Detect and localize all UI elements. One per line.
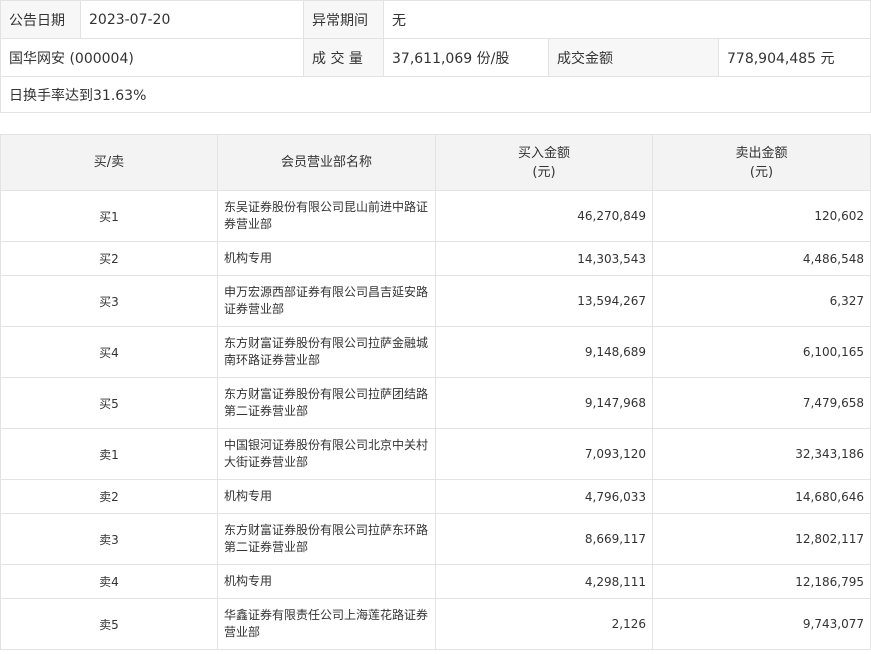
info-row-date: 公告日期 2023-07-20 异常期间 无: [0, 0, 871, 39]
row-buy-amount: 7,093,120: [435, 428, 653, 480]
row-dept: 东方财富证券股份有限公司拉萨金融城南环路证券营业部: [217, 326, 436, 378]
row-buy-amount: 9,147,968: [435, 377, 653, 429]
table-row: 卖5 华鑫证券有限责任公司上海莲花路证券营业部 2,126 9,743,077: [0, 598, 871, 650]
row-dept: 机构专用: [217, 564, 436, 599]
listing-reason: 日换手率达到31.63%: [0, 76, 871, 113]
row-side: 卖5: [0, 598, 218, 650]
table-row: 卖3 东方财富证券股份有限公司拉萨东环路第二证券营业部 8,669,117 12…: [0, 513, 871, 565]
row-sell-amount: 12,186,795: [652, 564, 871, 599]
table-row: 卖1 中国银河证券股份有限公司北京中关村大街证券营业部 7,093,120 32…: [0, 428, 871, 480]
row-dept: 东方财富证券股份有限公司拉萨东环路第二证券营业部: [217, 513, 436, 565]
row-sell-amount: 12,802,117: [652, 513, 871, 565]
volume-label: 成 交 量: [303, 38, 384, 77]
row-dept: 东吴证券股份有限公司昆山前进中路证券营业部: [217, 190, 436, 242]
row-dept: 申万宏源西部证券有限公司昌吉延安路证券营业部: [217, 275, 436, 327]
trading-seats-table: 买/卖 会员营业部名称 买入金额 (元) 卖出金额 (元) 买1 东吴证券股份有限公…: [0, 134, 871, 650]
row-buy-amount: 4,298,111: [435, 564, 653, 599]
abnormal-period-label: 异常期间: [303, 0, 384, 39]
amount-value: 778,904,485 元: [717, 38, 871, 77]
row-dept: 东方财富证券股份有限公司拉萨团结路第二证券营业部: [217, 377, 436, 429]
row-buy-amount: 2,126: [435, 598, 653, 650]
row-sell-amount: 6,327: [652, 275, 871, 327]
row-side: 卖1: [0, 428, 218, 480]
row-side: 卖4: [0, 564, 218, 599]
row-side: 卖3: [0, 513, 218, 565]
info-row-reason: 日换手率达到31.63%: [0, 76, 871, 113]
row-side: 买2: [0, 241, 218, 276]
row-sell-amount: 7,479,658: [652, 377, 871, 429]
announce-date-label: 公告日期: [0, 0, 81, 39]
table-row: 买4 东方财富证券股份有限公司拉萨金融城南环路证券营业部 9,148,689 6…: [0, 326, 871, 378]
info-row-volume: 国华网安 (000004) 成 交 量 37,611,069 份/股 成交金额 …: [0, 38, 871, 77]
table-header-row: 买/卖 会员营业部名称 买入金额 (元) 卖出金额 (元): [0, 134, 871, 191]
row-buy-amount: 8,669,117: [435, 513, 653, 565]
row-side: 买3: [0, 275, 218, 327]
table-row: 卖4 机构专用 4,298,111 12,186,795: [0, 564, 871, 599]
row-buy-amount: 13,594,267: [435, 275, 653, 327]
table-row: 卖2 机构专用 4,796,033 14,680,646: [0, 479, 871, 514]
row-buy-amount: 9,148,689: [435, 326, 653, 378]
row-sell-amount: 4,486,548: [652, 241, 871, 276]
table-row: 买1 东吴证券股份有限公司昆山前进中路证券营业部 46,270,849 120,…: [0, 190, 871, 242]
row-dept: 机构专用: [217, 479, 436, 514]
header-side: 买/卖: [0, 134, 218, 191]
row-side: 买1: [0, 190, 218, 242]
row-side: 买4: [0, 326, 218, 378]
announce-date-value: 2023-07-20: [80, 0, 304, 39]
abnormal-period-value: 无: [382, 0, 871, 39]
header-sell-amount: 卖出金额 (元): [652, 134, 871, 191]
table-row: 买2 机构专用 14,303,543 4,486,548: [0, 241, 871, 276]
header-buy-amount: 买入金额 (元): [435, 134, 653, 191]
volume-value: 37,611,069 份/股: [383, 38, 549, 77]
row-buy-amount: 4,796,033: [435, 479, 653, 514]
row-sell-amount: 32,343,186: [652, 428, 871, 480]
table-row: 买3 申万宏源西部证券有限公司昌吉延安路证券营业部 13,594,267 6,3…: [0, 275, 871, 327]
row-dept: 机构专用: [217, 241, 436, 276]
stock-name: 国华网安 (000004): [0, 38, 304, 77]
row-sell-amount: 6,100,165: [652, 326, 871, 378]
row-side: 买5: [0, 377, 218, 429]
row-buy-amount: 14,303,543: [435, 241, 653, 276]
announcement-info-table: 公告日期 2023-07-20 异常期间 无 国华网安 (000004) 成 交…: [0, 0, 871, 113]
row-sell-amount: 14,680,646: [652, 479, 871, 514]
row-buy-amount: 46,270,849: [435, 190, 653, 242]
row-side: 卖2: [0, 479, 218, 514]
header-dept: 会员营业部名称: [217, 134, 436, 191]
table-row: 买5 东方财富证券股份有限公司拉萨团结路第二证券营业部 9,147,968 7,…: [0, 377, 871, 429]
amount-label: 成交金额: [548, 38, 719, 77]
row-sell-amount: 120,602: [652, 190, 871, 242]
row-dept: 华鑫证券有限责任公司上海莲花路证券营业部: [217, 598, 436, 650]
row-sell-amount: 9,743,077: [652, 598, 871, 650]
row-dept: 中国银河证券股份有限公司北京中关村大街证券营业部: [217, 428, 436, 480]
